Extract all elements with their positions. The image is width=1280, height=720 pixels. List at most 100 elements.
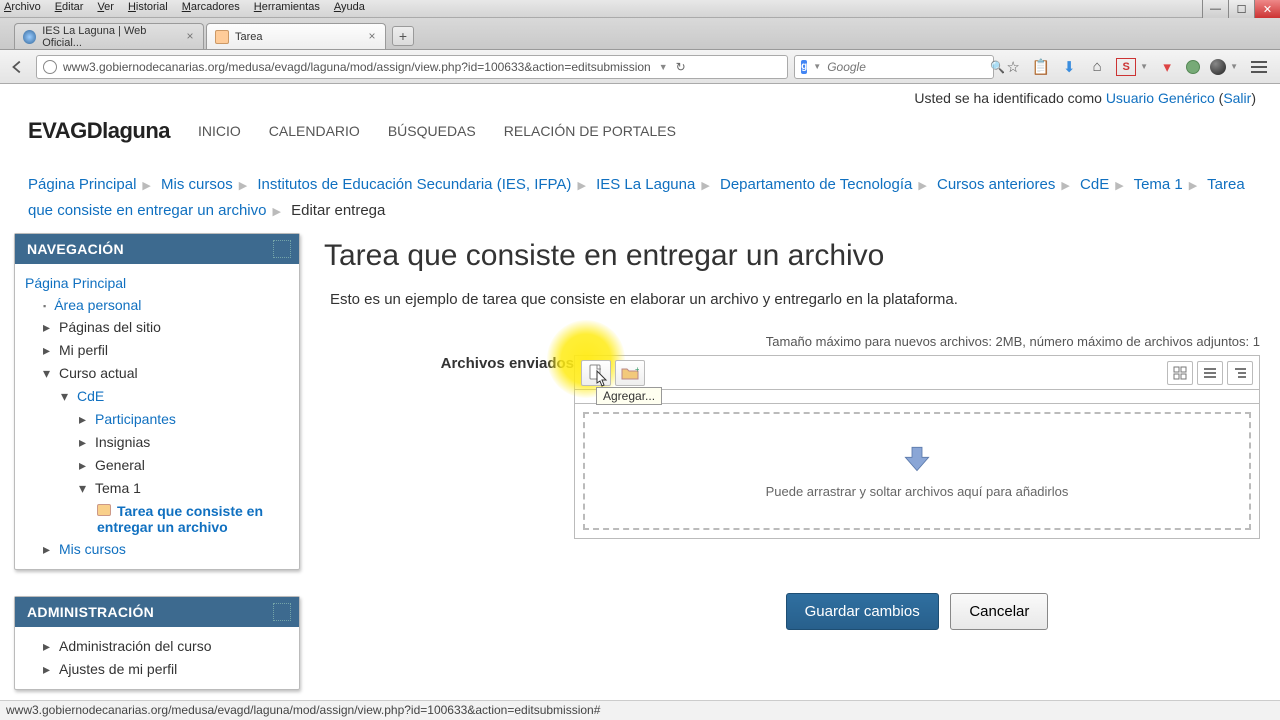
nav-item-0[interactable]: Área personal [25,294,289,316]
menu-editar[interactable]: Editar [55,1,84,13]
file-manager: Agregar... + [574,355,1260,539]
close-tab-icon[interactable]: × [365,29,379,43]
create-folder-button[interactable]: + [615,360,645,386]
nav-item-label: Insignias [95,434,150,450]
address-bar[interactable]: www3.gobiernodecanarias.org/medusa/evagd… [36,55,788,79]
file-manager-toolbar: Agregar... + [575,356,1259,390]
stylish-dropdown-icon[interactable]: ▼ [1140,62,1148,71]
window-titlebar: Archivo Editar Ver Historial Marcadores … [0,0,1280,18]
list-icon [1203,366,1217,380]
addon-orb-icon[interactable] [1210,59,1226,75]
block-navigation-header: NAVEGACIÓN [15,234,299,264]
menu-ayuda[interactable]: Ayuda [334,1,365,13]
os-menubar: Archivo Editar Ver Historial Marcadores … [4,1,365,13]
downloads-icon[interactable]: ⬇ [1060,58,1078,76]
search-engine-icon[interactable]: g [801,60,807,74]
search-box[interactable]: g ▼ 🔍 [794,55,994,79]
clipboard-icon[interactable]: 📋 [1032,58,1050,76]
nav-item-10[interactable]: Mis cursos [25,538,289,561]
nav-item-label: Tarea que consiste en entregar un archiv… [97,503,263,535]
favicon-icon [23,30,36,44]
stylish-icon[interactable]: S [1116,58,1136,76]
menu-herramientas[interactable]: Herramientas [254,1,320,13]
nav-root[interactable]: Página Principal [25,272,289,294]
nav-item-3[interactable]: Curso actual [25,362,289,385]
crumb-2[interactable]: Institutos de Educación Secundaria (IES,… [257,176,571,193]
login-prefix: Usted se ha identificado como [914,90,1105,106]
reload-button[interactable]: ↻ [676,60,686,74]
admin-item-1[interactable]: Ajustes de mi perfil [25,658,289,681]
block-admin-header: ADMINISTRACIÓN [15,597,299,627]
menu-archivo[interactable]: Archivo [4,1,41,13]
assignment-description: Esto es un ejemplo de tarea que consiste… [324,291,1260,308]
new-tab-button[interactable]: + [392,26,414,46]
home-icon[interactable]: ⌂ [1088,58,1106,76]
hamburger-menu-icon[interactable] [1248,61,1270,73]
page-viewport: Usted se ha identificado como Usuario Ge… [0,84,1280,720]
admin-item-0[interactable]: Administración del curso [25,635,289,658]
menu-ver[interactable]: Ver [97,1,114,13]
block-admin-title: ADMINISTRACIÓN [27,604,154,620]
crumb-6[interactable]: CdE [1080,176,1109,193]
nav-item-4[interactable]: CdE [25,385,289,408]
nav-item-6[interactable]: Insignias [25,431,289,454]
nav-item-label: Curso actual [59,365,138,381]
window-close-button[interactable]: ✕ [1254,0,1280,18]
file-dropzone[interactable]: Puede arrastrar y soltar archivos aquí p… [583,412,1251,530]
block-config-icon[interactable] [273,603,291,621]
view-list-button[interactable] [1197,361,1223,385]
site-brand[interactable]: EVAGDlaguna [28,118,170,144]
pocket-icon[interactable]: ▾ [1158,58,1176,76]
back-button[interactable] [6,55,30,79]
site-identity-icon[interactable] [43,60,57,74]
cancel-button[interactable]: Cancelar [950,593,1048,630]
view-tree-button[interactable] [1227,361,1253,385]
add-file-button[interactable]: Agregar... [581,360,611,386]
addon-green-icon[interactable] [1186,60,1200,74]
nav-busquedas[interactable]: BÚSQUEDAS [388,123,476,139]
logout-link[interactable]: Salir [1223,90,1251,106]
tab-title: Tarea [235,31,263,43]
nav-item-label: Tema 1 [95,480,141,496]
crumb-7[interactable]: Tema 1 [1134,176,1183,193]
search-engine-dropdown-icon[interactable]: ▼ [813,62,821,71]
file-manager-path [575,390,1259,404]
nav-item-1[interactable]: Páginas del sitio [25,316,289,339]
crumb-current: Editar entrega [291,202,385,219]
crumb-3[interactable]: IES La Laguna [596,176,695,193]
browser-tabstrip: IES La Laguna | Web Oficial... × Tarea ×… [0,18,1280,50]
breadcrumb: Página Principal▶ Mis cursos▶ Institutos… [0,166,1280,233]
crumb-5[interactable]: Cursos anteriores [937,176,1055,193]
search-input[interactable] [827,60,984,74]
crumb-1[interactable]: Mis cursos [161,176,233,193]
login-user-link[interactable]: Usuario Genérico [1106,90,1215,106]
browser-toolbar: www3.gobiernodecanarias.org/medusa/evagd… [0,50,1280,84]
nav-item-5[interactable]: Participantes [25,408,289,431]
block-config-icon[interactable] [273,240,291,258]
dropzone-text: Puede arrastrar y soltar archivos aquí p… [766,484,1069,499]
nav-relacion-portales[interactable]: RELACIÓN DE PORTALES [504,123,676,139]
nav-inicio[interactable]: INICIO [198,123,241,139]
window-maximize-button[interactable]: ☐ [1228,0,1254,18]
nav-item-8[interactable]: Tema 1 [25,477,289,500]
close-tab-icon[interactable]: × [183,29,197,43]
nav-calendario[interactable]: CALENDARIO [269,123,360,139]
nav-item-7[interactable]: General [25,454,289,477]
url-dropdown-icon[interactable]: ▼ [659,62,668,72]
svg-text:+: + [635,366,639,374]
menu-historial[interactable]: Historial [128,1,168,13]
window-minimize-button[interactable]: — [1202,0,1228,18]
nav-item-9[interactable]: Tarea que consiste en entregar un archiv… [25,500,289,538]
crumb-4[interactable]: Departamento de Tecnología [720,176,912,193]
nav-item-2[interactable]: Mi perfil [25,339,289,362]
browser-tab-1[interactable]: Tarea × [206,23,386,49]
site-navbar: EVAGDlaguna INICIO CALENDARIO BÚSQUEDAS … [0,106,1280,166]
view-icons-button[interactable] [1167,361,1193,385]
crumb-0[interactable]: Página Principal [28,176,136,193]
menu-marcadores[interactable]: Marcadores [182,1,240,13]
files-label: Archivos enviados [324,355,574,630]
browser-tab-0[interactable]: IES La Laguna | Web Oficial... × [14,23,204,49]
bookmark-star-icon[interactable]: ☆ [1004,58,1022,76]
addon-orb-dropdown-icon[interactable]: ▼ [1230,62,1238,71]
save-button[interactable]: Guardar cambios [786,593,939,630]
